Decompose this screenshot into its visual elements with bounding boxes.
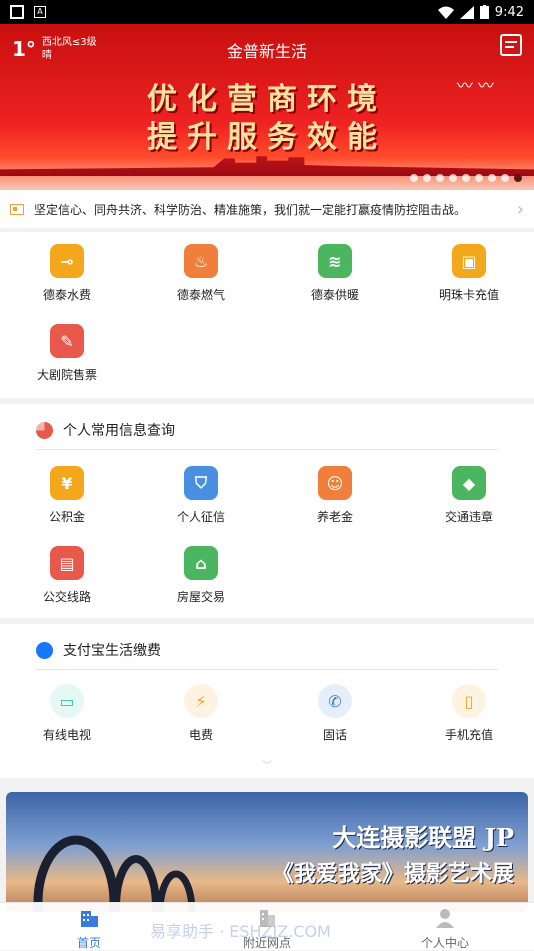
- tv-icon: ▭: [50, 684, 84, 718]
- service-item[interactable]: ◆ 交通违章: [402, 466, 534, 525]
- status-bar: A 9:42: [0, 0, 534, 24]
- ticket-icon: ✎: [50, 324, 84, 358]
- alipay-card: 支付宝生活缴费 ▭ 有线电视 ⚡ 电费 ✆ 固话 ▯ 手机充值 ﹀: [0, 624, 534, 778]
- personal-section-title: 个人常用信息查询: [63, 423, 175, 439]
- section-title: 个人常用信息查询: [36, 420, 175, 440]
- service-item[interactable]: ≋ 德泰供暖: [268, 244, 402, 303]
- status-time: 9:42: [494, 4, 524, 20]
- service-label: 明珠卡充值: [438, 288, 499, 302]
- service-item[interactable]: ⌂ 房屋交易: [134, 546, 268, 605]
- services-card: ⊸ 德泰水费 ♨ 德泰燃气 ≋ 德泰供暖 ▣ 明珠卡充值 ✎ 大剧院售票: [0, 232, 534, 398]
- notice-bar[interactable]: 坚定信心、同舟共济、科学防治、精准施策，我们就一定能打赢疫情防控阻击战。 ›: [0, 190, 534, 228]
- tab-profile-label: 个人中心: [420, 936, 469, 950]
- service-label: 公交线路: [42, 590, 91, 604]
- service-item[interactable]: ▭ 有线电视: [0, 684, 134, 743]
- promo-line-2: 《我爱我家》摄影艺术展: [271, 861, 514, 887]
- sculpture-rings-graphic: [33, 835, 196, 912]
- battery-icon: [479, 5, 489, 19]
- shield-icon: ⛉: [184, 466, 218, 500]
- signal-icon: [459, 5, 474, 19]
- phone-icon: ✆: [318, 684, 352, 718]
- yen-icon: ¥: [50, 466, 84, 500]
- expand-chevron-icon[interactable]: ﹀: [0, 757, 534, 772]
- carousel-dot[interactable]: [423, 174, 431, 182]
- banner-line-2: 提升服务效能: [147, 120, 387, 155]
- service-label: 大剧院售票: [36, 368, 97, 382]
- calendar-icon[interactable]: [500, 34, 522, 56]
- house-icon: ⌂: [184, 546, 218, 580]
- chevron-right-icon[interactable]: ›: [517, 199, 524, 220]
- service-label: 德泰燃气: [176, 288, 225, 302]
- service-label: 养老金: [316, 510, 353, 524]
- service-item[interactable]: ▤ 公交线路: [0, 546, 134, 605]
- skyline-graphic: [0, 156, 534, 176]
- bus-icon: ▣: [452, 244, 486, 278]
- service-label: 德泰供暖: [310, 288, 359, 302]
- carousel-dot[interactable]: [501, 174, 509, 182]
- heater-icon: ≋: [318, 244, 352, 278]
- carousel-dot[interactable]: [475, 174, 483, 182]
- service-label: 固话: [322, 728, 347, 742]
- faucet-icon: ⊸: [50, 244, 84, 278]
- app-title: 金普新生活: [226, 42, 307, 61]
- divider: [36, 449, 498, 450]
- promo-line-1: 大连摄影联盟 JP: [332, 823, 514, 852]
- building-icon: [81, 911, 98, 927]
- wifi-icon: [437, 6, 454, 19]
- notice-text: 坚定信心、同舟共济、科学防治、精准施策，我们就一定能打赢疫情防控阻击战。: [34, 202, 467, 217]
- carousel-dots[interactable]: [410, 174, 522, 182]
- section-title: 支付宝生活缴费: [36, 640, 161, 660]
- carousel-dot[interactable]: [436, 174, 444, 182]
- app-notification-icon: A: [34, 6, 46, 18]
- promo-banner[interactable]: 大连摄影联盟 JP 《我爱我家》摄影艺术展: [6, 792, 528, 912]
- service-item[interactable]: ▯ 手机充值: [402, 684, 534, 743]
- carousel-dot[interactable]: [410, 174, 418, 182]
- carousel-dot[interactable]: [514, 174, 522, 182]
- news-icon: [10, 203, 24, 215]
- service-label: 德泰水费: [42, 288, 91, 302]
- service-label: 电费: [188, 728, 213, 742]
- service-item[interactable]: ¥ 公积金: [0, 466, 134, 525]
- watermark: 易享助手 · ESHZJZ.COM: [150, 922, 331, 941]
- lightning-icon: ⚡: [184, 684, 218, 718]
- service-item[interactable]: ⛉ 个人征信: [134, 466, 268, 525]
- service-item[interactable]: ♨ 德泰燃气: [134, 244, 268, 303]
- service-label: 有线电视: [42, 728, 91, 742]
- carousel-dot[interactable]: [462, 174, 470, 182]
- mobile-icon: ▯: [452, 684, 486, 718]
- service-item[interactable]: ▣ 明珠卡充值: [402, 244, 534, 303]
- service-label: 手机充值: [444, 728, 493, 742]
- service-label: 个人征信: [176, 510, 225, 524]
- tab-profile[interactable]: 个人中心: [356, 903, 534, 950]
- flame-icon: ♨: [184, 244, 218, 278]
- carousel-dot[interactable]: [449, 174, 457, 182]
- elder-icon: ☺: [318, 466, 352, 500]
- personal-info-card: 个人常用信息查询 ¥ 公积金 ⛉ 个人征信 ☺ 养老金 ◆ 交通违章 ▤ 公交线路 ⌂ 房屋交易: [0, 404, 534, 618]
- service-item[interactable]: ⚡ 电费: [134, 684, 268, 743]
- service-item[interactable]: ✆ 固话: [268, 684, 402, 743]
- service-item[interactable]: ⊸ 德泰水费: [0, 244, 134, 303]
- warning-sign-icon: ◆: [452, 466, 486, 500]
- service-item[interactable]: ☺ 养老金: [268, 466, 402, 525]
- alipay-section-title: 支付宝生活缴费: [63, 643, 161, 659]
- notification-icon: [10, 5, 24, 19]
- alipay-icon: [36, 641, 53, 659]
- service-label: 公积金: [48, 510, 85, 524]
- divider: [36, 669, 498, 670]
- service-item[interactable]: ✎ 大剧院售票: [0, 324, 134, 383]
- bus-route-icon: ▤: [50, 546, 84, 580]
- person-icon: [436, 909, 454, 928]
- service-label: 交通违章: [444, 510, 493, 524]
- service-label: 房屋交易: [176, 590, 225, 604]
- pie-chart-icon: [36, 421, 53, 439]
- carousel-dot[interactable]: [488, 174, 496, 182]
- header-banner[interactable]: 1° 西北风≤3级 晴 金普新生活 〰 〰 优化营商环境 提升服务效能: [0, 24, 534, 190]
